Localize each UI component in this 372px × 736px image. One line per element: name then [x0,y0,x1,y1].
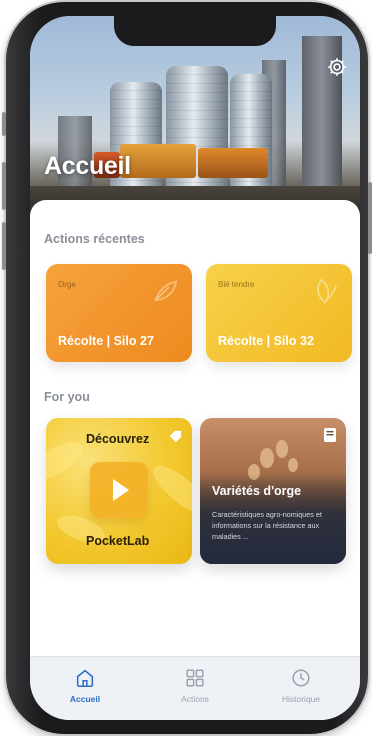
barley-grain [288,458,298,472]
article-icon [324,428,336,442]
main-content: Actions récentes Orge Récolte | Silo 27 … [30,200,360,660]
promo-headline: Découvrez [86,432,150,446]
hero-banner: Accueil [30,16,360,216]
play-video-button[interactable] [90,462,148,518]
tab-label: Historique [281,694,321,704]
section-title-for-you: For you [44,390,90,404]
app-screen: Accueil Actions récentes Orge Récolte | … [30,16,360,720]
promo-app-name: PocketLab [86,534,150,548]
recent-action-card-orge[interactable]: Orge Récolte | Silo 27 [46,264,192,362]
tag-icon [169,430,182,443]
tab-label: Accueil [69,694,101,704]
barley-grain [260,448,274,468]
decor-leaf [46,434,89,488]
grain-leaf-icon [154,280,178,302]
article-title: Variétés d'orge [212,484,302,498]
recent-action-card-ble-tendre[interactable]: Blé tendre Récolte | Silo 32 [206,264,352,362]
article-card-varietes-orge[interactable]: Variétés d'orge Caractéristiques agro-no… [200,418,346,564]
volume-up-button [2,162,6,210]
recent-action-title: Récolte | Silo 32 [218,334,314,348]
truck-trailer [198,148,268,178]
home-icon [76,669,94,688]
notch [114,16,276,46]
power-button [368,182,372,254]
settings-gear-icon[interactable] [326,56,348,78]
bottom-tab-bar: Accueil Actions Historique [30,656,360,720]
phone-frame: Accueil Actions récentes Orge Récolte | … [2,2,372,734]
tab-historique[interactable]: Historique [256,667,346,704]
tab-label: Actions [181,694,209,704]
article-description: Caractéristiques agro-nomiques et inform… [212,510,322,541]
volume-down-button [2,222,6,270]
barley-grain [276,440,288,458]
crop-tag: Orge [58,280,76,289]
grid-icon [186,669,204,687]
page-title: Accueil [44,152,131,180]
clock-icon [292,669,310,687]
crop-tag: Blé tendre [218,280,255,289]
decor-leaf [146,458,192,522]
wheat-leaf-icon [317,278,337,304]
pocketlab-promo-card[interactable]: Découvrez PocketLab [46,418,192,564]
tab-actions[interactable]: Actions [150,667,240,704]
mute-switch [2,112,6,136]
recent-action-title: Récolte | Silo 27 [58,334,154,348]
tab-accueil[interactable]: Accueil [40,667,130,704]
truck-trailer [120,144,196,178]
section-title-recent-actions: Actions récentes [44,232,145,246]
